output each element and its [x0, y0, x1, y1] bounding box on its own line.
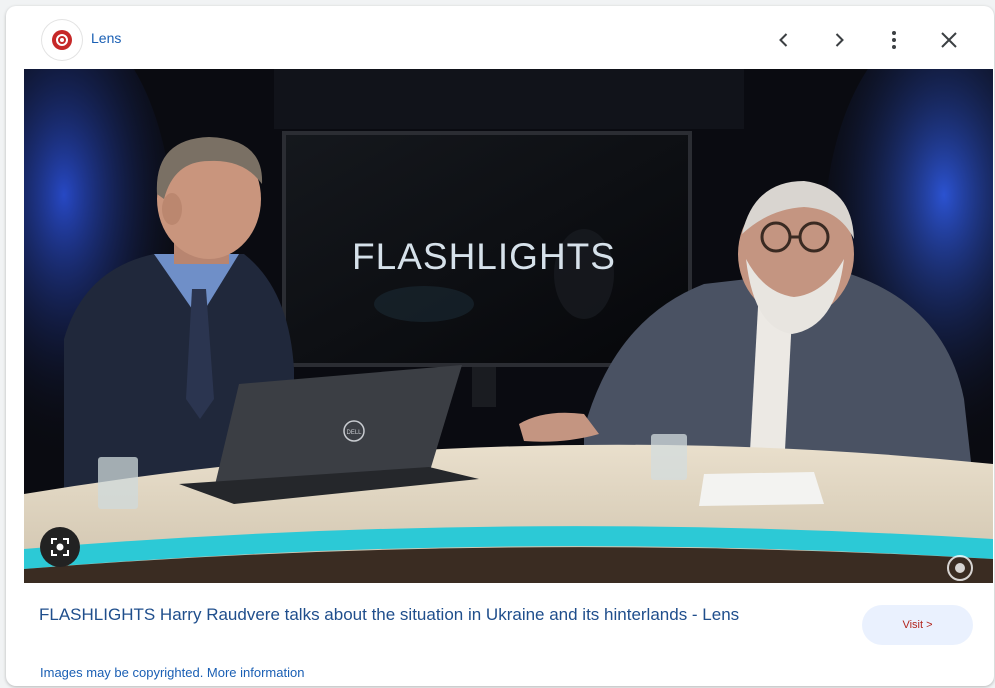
lens-logo-icon [52, 30, 72, 50]
close-icon [941, 32, 957, 48]
lens-search-button[interactable] [40, 527, 80, 567]
next-button[interactable] [821, 22, 857, 58]
chevron-right-icon [835, 33, 844, 47]
close-button[interactable] [931, 22, 967, 58]
chevron-left-icon [779, 33, 788, 47]
panel-header: Lens [6, 6, 994, 70]
source-name[interactable]: Lens [91, 30, 121, 46]
laptop-brand: DELL [346, 430, 362, 436]
lens-search-icon [51, 538, 69, 556]
tv-studio-scene: FLASHLIGHTS DELL [24, 69, 993, 583]
visit-button[interactable]: Visit > [862, 605, 973, 645]
previous-button[interactable] [766, 22, 802, 58]
screen-title: FLASHLIGHTS [352, 236, 616, 277]
copyright-notice[interactable]: Images may be copyrighted. More informat… [40, 665, 304, 680]
preview-image[interactable]: FLASHLIGHTS DELL [24, 69, 993, 583]
more-options-button[interactable] [876, 22, 912, 58]
source-logo[interactable] [42, 20, 82, 60]
lens-watermark-icon [947, 555, 973, 581]
more-vert-icon [892, 31, 896, 49]
image-detail-panel: Lens FLASHLIGHTS DELL FLASHLIGHTS Harry … [6, 6, 994, 686]
result-title[interactable]: FLASHLIGHTS Harry Raudvere talks about t… [39, 602, 819, 628]
